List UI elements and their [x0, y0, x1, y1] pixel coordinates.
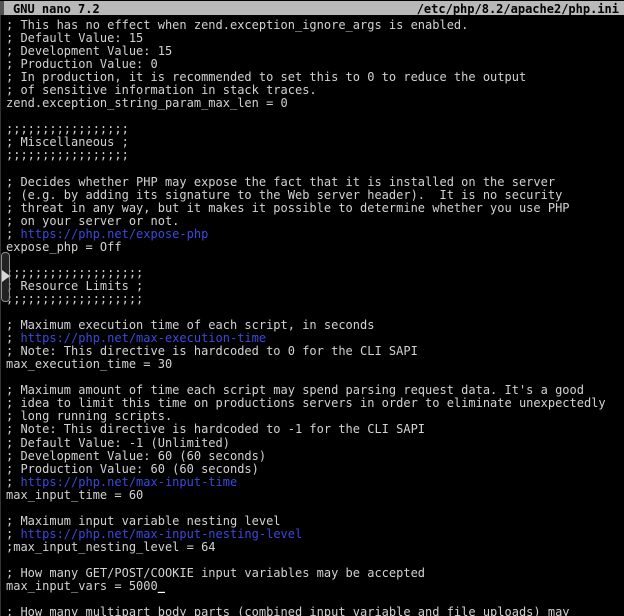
line-text: ; Maximum amount of time each script may…: [6, 383, 584, 397]
editor-area[interactable]: ; This has no effect when zend.exception…: [0, 15, 624, 616]
line-text: ; of sensitive information in stack trac…: [6, 83, 317, 97]
line-text: ; Decides whether PHP may expose the fac…: [6, 175, 555, 189]
line-text: ; Note: This directive is hardcoded to 0…: [6, 344, 418, 358]
line-text: ; long running scripts.: [6, 409, 172, 423]
editor-line: max_execution_time = 30: [6, 358, 624, 371]
php-net-link: https://php.net/max-input-time: [20, 475, 237, 489]
line-text: ;: [6, 227, 20, 241]
line-text: ; Default Value: -1 (Unlimited): [6, 436, 230, 450]
line-text: ; Development Value: 15: [6, 44, 172, 58]
line-text: ; threat in any way, but it makes it pos…: [6, 201, 570, 215]
editor-line: max_input_time = 60: [6, 489, 624, 502]
line-text: ; Production Value: 60 (60 seconds): [6, 462, 259, 476]
text-cursor: _: [158, 579, 165, 593]
line-text: ; Miscellaneous ;: [6, 135, 129, 149]
editor-line: ;;;;;;;;;;;;;;;;;;;: [6, 293, 624, 306]
line-text: expose_php = Off: [6, 240, 122, 254]
nano-titlebar: GNU nano 7.2 /etc/php/8.2/apache2/php.in…: [0, 0, 624, 15]
line-text: ;max_input_nesting_level = 64: [6, 540, 216, 554]
app-title: GNU nano 7.2: [13, 2, 100, 16]
terminal-window[interactable]: GNU nano 7.2 /etc/php/8.2/apache2/php.in…: [0, 0, 624, 616]
line-text: ; on your server or not.: [6, 214, 179, 228]
line-text: ;: [6, 475, 20, 489]
line-text: ; How many GET/POST/COOKIE input variabl…: [6, 566, 425, 580]
line-text: ; Maximum execution time of each script,…: [6, 318, 374, 332]
editor-line: zend.exception_string_param_max_len = 0: [6, 97, 624, 110]
line-text: ; Note: This directive is hardcoded to -…: [6, 422, 425, 436]
line-text: ; This has no effect when zend.exception…: [6, 18, 468, 32]
line-text: max_execution_time = 30: [6, 357, 172, 371]
line-text: ;;;;;;;;;;;;;;;;;;;: [6, 292, 143, 306]
editor-line: expose_php = Off: [6, 241, 624, 254]
line-text: ; Production Value: 0: [6, 57, 158, 71]
line-text: ; How many multipart body parts (combine…: [6, 605, 570, 616]
line-text: ; In production, it is recommended to se…: [6, 70, 526, 84]
line-text: ; Development Value: 60 (60 seconds): [6, 449, 266, 463]
editor-line: ;max_input_nesting_level = 64: [6, 541, 624, 554]
line-text: ; (e.g. by adding its signature to the W…: [6, 188, 562, 202]
editor-line: ; How many multipart body parts (combine…: [6, 606, 624, 616]
line-text: max_input_vars = 5000: [6, 579, 158, 593]
line-text: ;;;;;;;;;;;;;;;;;;;: [6, 266, 143, 280]
php-net-link: https://php.net/max-input-nesting-level: [20, 527, 302, 541]
line-text: ;;;;;;;;;;;;;;;;;: [6, 148, 129, 162]
editor-line: max_input_vars = 5000_: [6, 580, 624, 593]
line-text: max_input_time = 60: [6, 488, 143, 502]
line-text: ;;;;;;;;;;;;;;;;;: [6, 122, 129, 136]
line-text: ; Default Value: 15: [6, 31, 143, 45]
php-net-link: https://php.net/expose-php: [20, 227, 208, 241]
line-text: ;: [6, 527, 20, 541]
line-text: zend.exception_string_param_max_len = 0: [6, 96, 288, 110]
line-text: ;: [6, 331, 20, 345]
editor-line: ;;;;;;;;;;;;;;;;;: [6, 149, 624, 162]
php-net-link: https://php.net/max-execution-time: [20, 331, 266, 345]
line-text: ; Resource Limits ;: [6, 279, 143, 293]
file-path: /etc/php/8.2/apache2/php.ini: [417, 2, 619, 16]
line-text: ; idea to limit this time on productions…: [6, 396, 606, 410]
editor-lines: ; This has no effect when zend.exception…: [6, 19, 624, 616]
mouse-pointer-icon: [2, 270, 10, 282]
line-text: ; Maximum input variable nesting level: [6, 514, 281, 528]
